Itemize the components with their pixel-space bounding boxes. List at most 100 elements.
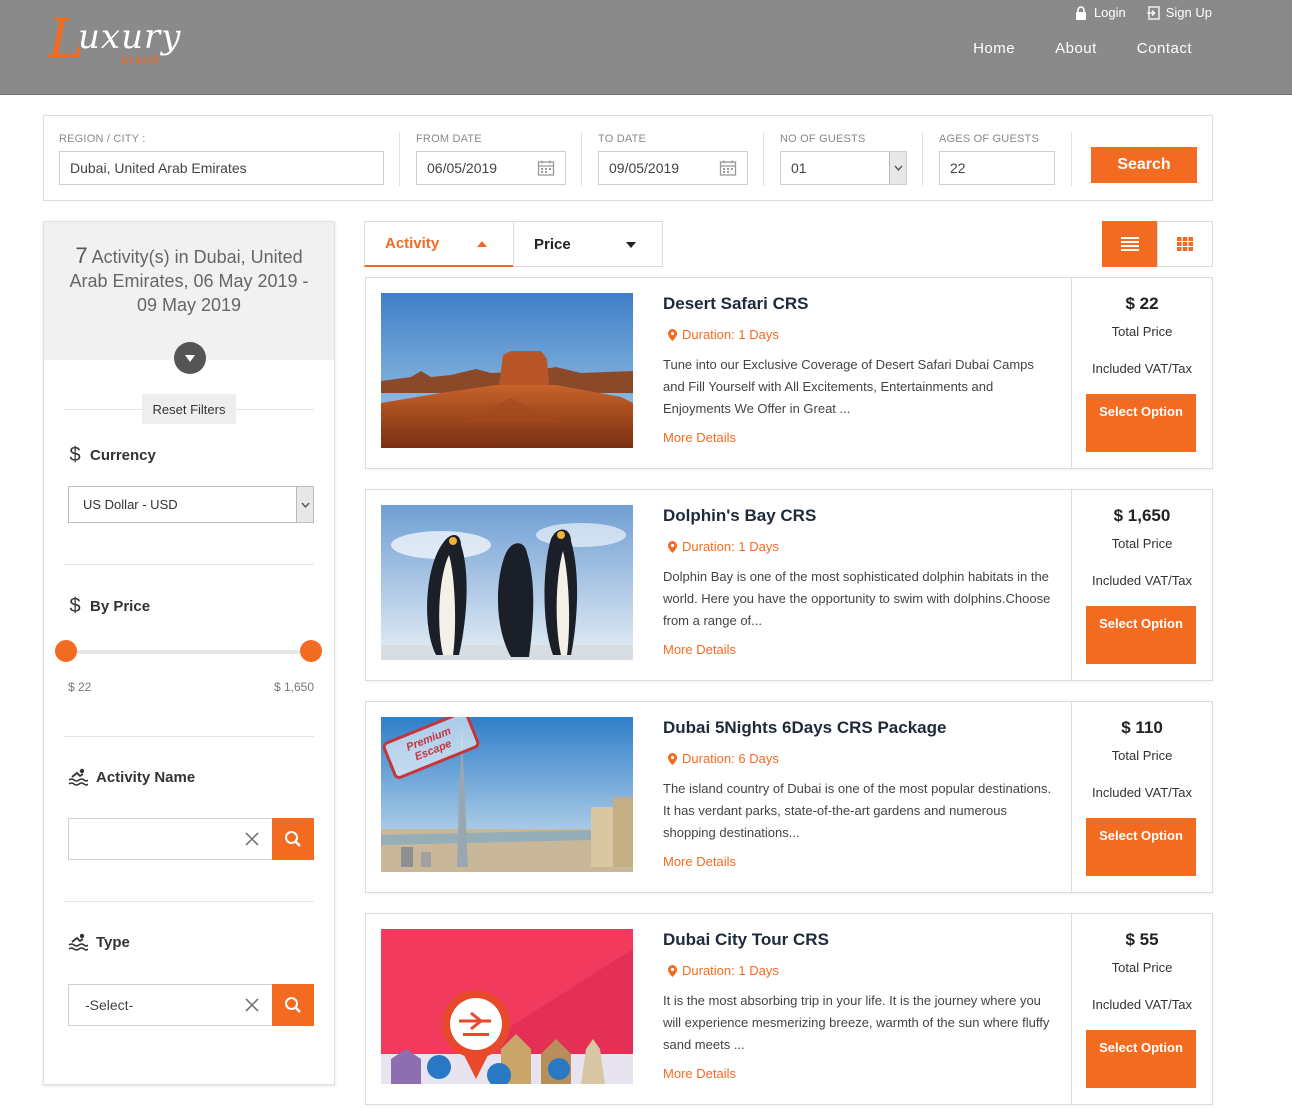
select-option-button[interactable]: Select Option: [1086, 606, 1196, 664]
activity-title[interactable]: Dubai City Tour CRS: [663, 930, 829, 950]
vat-label: Included VAT/Tax: [1092, 785, 1192, 800]
activity-image-penguins[interactable]: [381, 505, 633, 660]
activity-name-input[interactable]: [68, 818, 273, 860]
guests-group: NO OF GUESTS 01: [780, 116, 907, 200]
from-date-label: FROM DATE: [416, 133, 482, 145]
activity-title[interactable]: Dubai 5Nights 6Days CRS Package: [663, 718, 946, 738]
grid-view-icon: [1177, 237, 1193, 251]
more-details-link[interactable]: More Details: [663, 642, 736, 657]
price-slider-track[interactable]: [66, 650, 312, 654]
activity-title[interactable]: Dolphin's Bay CRS: [663, 506, 816, 526]
price-slider-min-handle[interactable]: [55, 640, 77, 662]
activity-title[interactable]: Desert Safari CRS: [663, 294, 809, 314]
duration-text: Duration: 6 Days: [682, 751, 779, 766]
sort-by-activity-tab[interactable]: Activity: [364, 221, 514, 267]
dollar-icon: $: [69, 595, 81, 617]
swimmer-icon: [68, 933, 88, 951]
select-option-button[interactable]: Select Option: [1086, 394, 1196, 452]
nav-about[interactable]: About: [1055, 40, 1097, 57]
vat-label: Included VAT/Tax: [1092, 573, 1192, 588]
swimmer-icon: [68, 768, 88, 786]
calendar-icon[interactable]: [537, 159, 555, 177]
activity-image-city-tour[interactable]: [381, 929, 633, 1084]
more-details-link[interactable]: More Details: [663, 1066, 736, 1081]
total-price-label: Total Price: [1111, 748, 1173, 763]
type-value: -Select-: [85, 997, 134, 1013]
logo-text: uxury: [78, 17, 182, 57]
filter-toggle-icon[interactable]: [174, 342, 206, 374]
type-heading: Type: [68, 933, 130, 951]
duration-text: Duration: 1 Days: [682, 327, 779, 342]
more-details-link[interactable]: More Details: [663, 430, 736, 445]
duration-text: Duration: 1 Days: [682, 539, 779, 554]
caret-up-icon: [477, 241, 487, 247]
separator: [763, 132, 764, 186]
activity-image-desert[interactable]: [381, 293, 633, 448]
chevron-down-icon[interactable]: [296, 487, 313, 522]
type-title: Type: [96, 933, 130, 951]
price-title: By Price: [90, 598, 151, 615]
results-summary-box: 7 Activity(s) in Dubai, United Arab Emir…: [44, 222, 334, 360]
site-header: L uxury brand Login Sign Up Home About C…: [0, 0, 1292, 95]
select-option-button[interactable]: Select Option: [1086, 818, 1196, 876]
grid-view-button[interactable]: [1157, 221, 1213, 267]
chevron-down-icon[interactable]: [889, 152, 906, 184]
clear-icon[interactable]: [244, 997, 260, 1013]
calendar-icon[interactable]: [719, 159, 737, 177]
activity-description: The island country of Dubai is one of th…: [663, 781, 1052, 840]
select-option-button[interactable]: Select Option: [1086, 1030, 1196, 1088]
from-date-value: 06/05/2019: [427, 160, 498, 176]
nav-contact[interactable]: Contact: [1137, 40, 1192, 57]
activity-name-title: Activity Name: [96, 768, 196, 786]
activity-card: Dubai City Tour CRS Duration: 1 Days It …: [365, 913, 1213, 1105]
price-slider-max-handle[interactable]: [300, 640, 322, 662]
vat-label: Included VAT/Tax: [1092, 361, 1192, 376]
separator: [1071, 132, 1072, 186]
activity-price: $ 55: [1125, 930, 1159, 949]
more-details-link[interactable]: More Details: [663, 854, 736, 869]
brand-logo[interactable]: L uxury brand: [48, 12, 198, 70]
lock-icon: [1075, 5, 1086, 20]
login-link[interactable]: Login: [1074, 5, 1126, 20]
to-date-group: TO DATE 09/05/2019: [598, 116, 748, 200]
activity-name-heading: Activity Name: [68, 768, 195, 786]
type-search-button[interactable]: [272, 984, 314, 1026]
search-button[interactable]: Search: [1091, 147, 1197, 183]
separator: [922, 132, 923, 186]
activity-price: $ 110: [1121, 718, 1163, 737]
activity-duration: Duration: 1 Days: [668, 963, 779, 978]
caret-down-icon: [626, 242, 636, 248]
list-view-button[interactable]: [1102, 221, 1158, 267]
signup-link[interactable]: Sign Up: [1146, 5, 1212, 20]
region-field-group: REGION / CITY : Dubai, United Arab Emira…: [59, 116, 384, 200]
activity-image-dubai-skyline[interactable]: Premium Escape: [381, 717, 633, 872]
nav-home[interactable]: Home: [973, 40, 1015, 57]
activity-card: Dolphin's Bay CRS Duration: 1 Days Dolph…: [365, 489, 1213, 681]
vat-label: Included VAT/Tax: [1092, 997, 1192, 1012]
price-max-label: $ 1,650: [273, 680, 314, 694]
search-icon: [285, 997, 301, 1013]
from-date-input[interactable]: 06/05/2019: [416, 151, 566, 185]
to-date-label: TO DATE: [598, 133, 647, 145]
filter-sidebar: 7 Activity(s) in Dubai, United Arab Emir…: [43, 221, 335, 1085]
activity-search-button[interactable]: [272, 818, 314, 860]
type-input[interactable]: -Select-: [68, 984, 273, 1026]
divider: [64, 901, 314, 902]
to-date-input[interactable]: 09/05/2019: [598, 151, 748, 185]
total-price-label: Total Price: [1111, 324, 1173, 339]
ages-input[interactable]: 22: [939, 151, 1055, 185]
location-pin-icon: [668, 328, 677, 341]
location-pin-icon: [668, 964, 677, 977]
total-price-label: Total Price: [1111, 536, 1173, 551]
login-label: Login: [1093, 5, 1126, 20]
sort-by-price-tab[interactable]: Price: [513, 221, 663, 267]
reset-filters-button[interactable]: Reset Filters: [142, 394, 236, 424]
currency-select[interactable]: US Dollar - USD: [68, 486, 314, 523]
guests-select[interactable]: 01: [780, 151, 907, 185]
clear-icon[interactable]: [244, 831, 260, 847]
separator: [581, 132, 582, 186]
region-label: REGION / CITY :: [59, 133, 146, 145]
search-icon: [285, 831, 301, 847]
location-pin-icon: [668, 752, 677, 765]
region-input[interactable]: Dubai, United Arab Emirates: [59, 151, 384, 185]
